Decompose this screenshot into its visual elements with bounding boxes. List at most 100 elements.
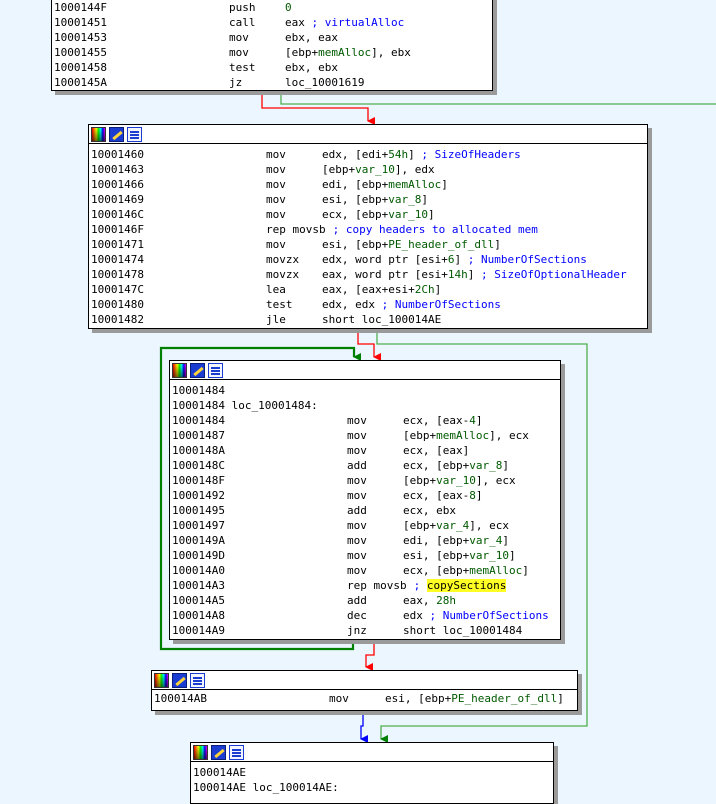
line-address: 100014A3 — [172, 579, 225, 592]
operand: ] — [502, 534, 509, 547]
mnemonic: rep movsb — [266, 223, 326, 236]
operand: ], ecx — [489, 429, 529, 442]
operand: eax, — [403, 594, 437, 607]
rename-icon[interactable] — [109, 126, 124, 142]
line-address: 1000149A — [172, 534, 225, 547]
mnemonic: test — [266, 298, 293, 311]
operand: ] — [557, 692, 564, 705]
operand-ref: memAlloc — [388, 178, 442, 191]
code-block-4[interactable]: 100014AB mov esi, [ebp+PE_header_of_dll] — [151, 670, 578, 711]
operand: ] — [421, 193, 428, 206]
operand-ref: var_4 — [469, 534, 503, 547]
line-address: 1000146F — [91, 223, 144, 236]
code-line: 10001460 mov edx, [edi+54h] ; SizeOfHeader… — [91, 147, 645, 162]
mnemonic: movzx — [266, 268, 300, 281]
comment: ; NumberOfSections — [381, 298, 501, 311]
operand: ecx, [ebp+ — [403, 564, 470, 577]
color-palette-icon[interactable] — [193, 744, 208, 760]
operand-ref: 28h — [436, 594, 456, 607]
color-palette-icon[interactable] — [91, 126, 106, 142]
code-line: 10001484 mov ecx, [eax-4] — [172, 413, 558, 428]
node-toolbar — [89, 125, 647, 144]
edge-true-b1-offscreen — [280, 90, 716, 105]
line-address: 10001495 — [172, 504, 225, 517]
node-toolbar — [152, 671, 577, 690]
graph-overview-icon[interactable] — [208, 362, 223, 378]
operand-ref: var_8 — [469, 459, 503, 472]
operand: short loc_10001484 — [403, 624, 523, 637]
operand: esi, [ebp+ — [403, 549, 470, 562]
mnemonic: mov — [266, 148, 286, 161]
mnemonic: add — [347, 594, 367, 607]
code-lines: 100014AE 100014AE loc_100014AE: — [191, 762, 553, 796]
code-lines: 1000144F push 0 10001451 call eax ; virtualAl… — [52, 0, 492, 90]
operand: ], ecx — [475, 474, 516, 487]
code-line: 100014A8 dec edx ; NumberOfSections — [172, 608, 558, 623]
rename-icon[interactable] — [211, 744, 226, 760]
code-block-5[interactable]: 100014AE 100014AE loc_100014AE: — [190, 742, 554, 804]
mnemonic: mov — [347, 489, 367, 502]
code-line: 10001458 test ebx, ebx — [54, 60, 490, 75]
code-line: 10001451 call eax ; virtualAlloc — [54, 15, 490, 30]
mnemonic: mov — [229, 46, 249, 59]
edge-uncond-b4-b5 — [360, 710, 368, 743]
code-line: 10001484 loc_10001484: — [172, 398, 558, 413]
operand-ref: 2Ch — [414, 283, 435, 296]
operand-ref: memAlloc — [436, 429, 490, 442]
operand: ] — [475, 414, 483, 427]
line-address: 10001451 — [54, 16, 107, 29]
comment: ; SizeOfOptionalHeader — [480, 268, 627, 281]
comment: ; virtualAlloc — [311, 16, 405, 29]
code-line: 10001495 add ecx, ebx — [172, 503, 558, 518]
line-address: 100014AB — [154, 692, 207, 705]
code-line: 1000146F rep movsb ; copy headers to alloc… — [91, 222, 645, 237]
graph-overview-icon[interactable] — [229, 744, 244, 760]
code-line: 1000146C mov ecx, [ebp+var_10] — [91, 207, 645, 222]
comment: ; — [413, 579, 427, 592]
code-line: 10001487 mov [ebp+memAlloc], ecx — [172, 428, 558, 443]
mnemonic: add — [347, 459, 367, 472]
operand: ecx, ebx — [403, 504, 456, 517]
operand-ref: 4 — [469, 414, 476, 427]
operand: edx, edx — [322, 298, 382, 311]
operand: edx — [403, 609, 430, 622]
code-line: 10001492 mov ecx, [eax-8] — [172, 488, 558, 503]
operand: esi, [ebp+ — [322, 238, 389, 251]
color-palette-icon[interactable] — [154, 672, 169, 688]
operand-ref: PE_header_of_dll — [451, 692, 558, 705]
line-address: 10001484 — [172, 414, 225, 427]
operand: edx, [edi+ — [322, 148, 389, 161]
comment: ; NumberOfSections — [467, 253, 587, 266]
operand: ] — [467, 268, 481, 281]
operand: eax — [285, 16, 312, 29]
node-toolbar — [170, 361, 560, 380]
color-palette-icon[interactable] — [172, 362, 187, 378]
code-line: 10001466 mov edi, [ebp+memAlloc] — [91, 177, 645, 192]
operand: ] — [434, 283, 442, 296]
code-block-1[interactable]: 1000144F push 0 10001451 call eax ; virtualAl… — [51, 0, 493, 91]
mnemonic: call — [229, 16, 256, 29]
operand: ], ebx — [371, 46, 411, 59]
graph-overview-icon[interactable] — [127, 126, 142, 142]
graph-overview-icon[interactable] — [190, 672, 205, 688]
operand: ] — [494, 238, 501, 251]
code-block-3[interactable]: 10001484 10001484 loc_10001484: 10001484 mo… — [169, 360, 561, 640]
mnemonic: mov — [229, 31, 249, 44]
code-line: 10001469 mov esi, [ebp+var_8] — [91, 192, 645, 207]
operand: ] — [502, 459, 509, 472]
line-address: 100014A9 — [172, 624, 225, 637]
operand: ebx, eax — [285, 31, 338, 44]
operand-ref: memAlloc — [318, 46, 372, 59]
operand: ebx, ebx — [285, 61, 338, 74]
mnemonic: mov — [266, 193, 286, 206]
operand: [ebp+ — [403, 474, 437, 487]
operand: ] — [441, 178, 448, 191]
code-line: 10001497 mov [ebp+var_4], ecx — [172, 518, 558, 533]
rename-icon[interactable] — [190, 362, 205, 378]
rename-icon[interactable] — [172, 672, 187, 688]
operand-ref: var_10 — [469, 549, 509, 562]
code-line: 10001463 mov [ebp+var_10], edx — [91, 162, 645, 177]
code-line: 10001478 movzx eax, word ptr [esi+14h] ; S… — [91, 267, 645, 282]
operand: ], ecx — [469, 519, 509, 532]
code-block-2[interactable]: 10001460 mov edx, [edi+54h] ; SizeOfHeader… — [88, 124, 648, 329]
